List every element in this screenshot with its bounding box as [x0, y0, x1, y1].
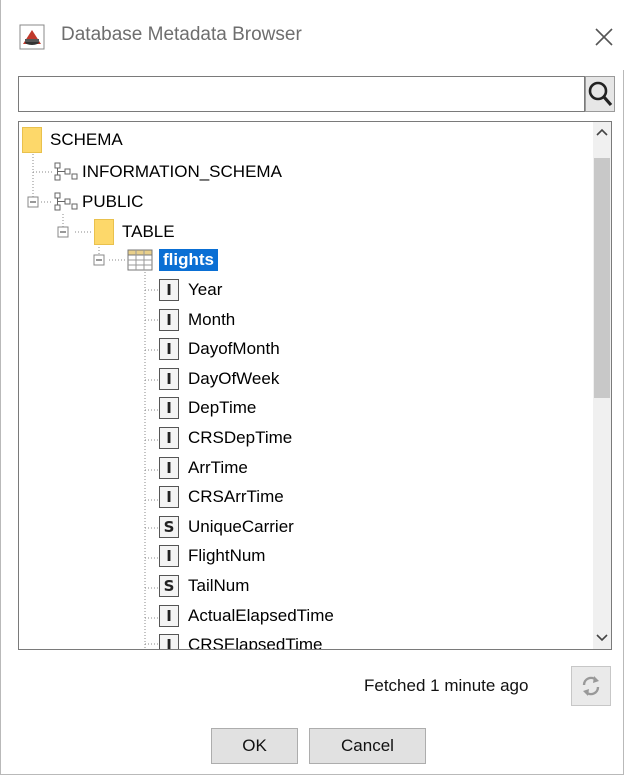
refresh-icon — [582, 676, 600, 696]
column-name: CRSElapsedTime — [188, 635, 323, 650]
title-bar: Database Metadata Browser — [1, 0, 624, 70]
table-icon — [127, 249, 153, 271]
scroll-up-button[interactable] — [593, 122, 611, 142]
column-name: DepTime — [188, 398, 257, 417]
column-name: TailNum — [188, 576, 250, 595]
folder-icon — [94, 219, 114, 245]
window-title: Database Metadata Browser — [61, 24, 302, 45]
tree-node-label: TABLE — [122, 222, 175, 241]
refresh-button[interactable] — [571, 666, 611, 706]
column-name: DayOfWeek — [188, 369, 280, 388]
ok-button[interactable]: OK — [211, 728, 298, 764]
column-name: Year — [188, 280, 223, 299]
search-icon — [588, 81, 613, 107]
tree-node-column[interactable]: I ActualElapsedTime — [159, 602, 334, 630]
column-name: Month — [188, 310, 236, 329]
tree-node-label: SCHEMA — [50, 130, 123, 149]
fetch-status-text: Fetched 1 minute ago — [364, 676, 529, 695]
cancel-button[interactable]: Cancel — [309, 728, 426, 764]
column-name: DayofMonth — [188, 339, 280, 358]
string-type-icon: S — [159, 516, 179, 538]
tree-node-label: PUBLIC — [82, 192, 144, 211]
column-name: CRSDepTime — [188, 428, 293, 447]
schema-icon — [54, 192, 78, 211]
integer-type-icon: I — [159, 338, 179, 360]
tree-node-public[interactable]: PUBLIC — [54, 188, 143, 216]
search-row — [18, 76, 615, 112]
tree-node-column[interactable]: I CRSElapsedTime — [159, 631, 323, 650]
integer-type-icon: I — [159, 545, 179, 567]
integer-type-icon: I — [159, 397, 179, 419]
tree-node-column[interactable]: I Month — [159, 306, 235, 334]
integer-type-icon: I — [159, 279, 179, 301]
tree-node-column[interactable]: S TailNum — [159, 572, 249, 600]
integer-type-icon: I — [159, 457, 179, 479]
chevron-up-icon — [596, 128, 608, 136]
column-name: UniqueCarrier — [188, 517, 294, 536]
tree-node-column[interactable]: I DayofMonth — [159, 335, 280, 363]
column-name: FlightNum — [188, 546, 266, 565]
folder-icon — [22, 127, 42, 153]
tree-node-label: INFORMATION_SCHEMA — [82, 162, 282, 181]
integer-type-icon: I — [159, 368, 179, 390]
tree-node-label-selected: flights — [159, 249, 218, 271]
integer-type-icon: I — [159, 427, 179, 449]
integer-type-icon: I — [159, 605, 179, 627]
tree-node-schema-root[interactable]: SCHEMA — [22, 126, 123, 154]
database-app-icon — [19, 24, 45, 50]
metadata-tree[interactable]: SCHEMA INFORMATION_SCHEMA PUBLIC TABLE f… — [18, 121, 612, 650]
tree-node-column[interactable]: I ArrTime — [159, 454, 248, 482]
integer-type-icon: I — [159, 634, 179, 649]
string-type-icon: S — [159, 575, 179, 597]
vertical-scrollbar[interactable] — [593, 122, 611, 649]
tree-node-information-schema[interactable]: INFORMATION_SCHEMA — [54, 158, 282, 186]
tree-node-table-folder[interactable]: TABLE — [94, 218, 175, 246]
tree-node-column[interactable]: I FlightNum — [159, 542, 265, 570]
tree-node-column[interactable]: I Year — [159, 276, 222, 304]
schema-icon — [54, 162, 78, 181]
tree-node-flights-table[interactable]: flights — [127, 246, 218, 274]
scrollbar-thumb[interactable] — [594, 158, 610, 398]
search-input[interactable] — [18, 76, 585, 112]
column-name: CRSArrTime — [188, 487, 284, 506]
column-name: ArrTime — [188, 458, 248, 477]
chevron-down-icon — [596, 634, 608, 642]
integer-type-icon: I — [159, 309, 179, 331]
close-icon[interactable] — [591, 24, 617, 50]
tree-node-column[interactable]: I CRSArrTime — [159, 483, 284, 511]
column-name: ActualElapsedTime — [188, 606, 334, 625]
tree-node-column[interactable]: I CRSDepTime — [159, 424, 292, 452]
tree-node-column[interactable]: I DepTime — [159, 394, 256, 422]
tree-node-column[interactable]: S UniqueCarrier — [159, 513, 294, 541]
integer-type-icon: I — [159, 486, 179, 508]
search-button[interactable] — [585, 76, 615, 112]
tree-node-column[interactable]: I DayOfWeek — [159, 365, 279, 393]
dialog-window: Database Metadata Browser SCHEMA INFORMA… — [0, 0, 624, 775]
scroll-down-button[interactable] — [593, 628, 611, 648]
